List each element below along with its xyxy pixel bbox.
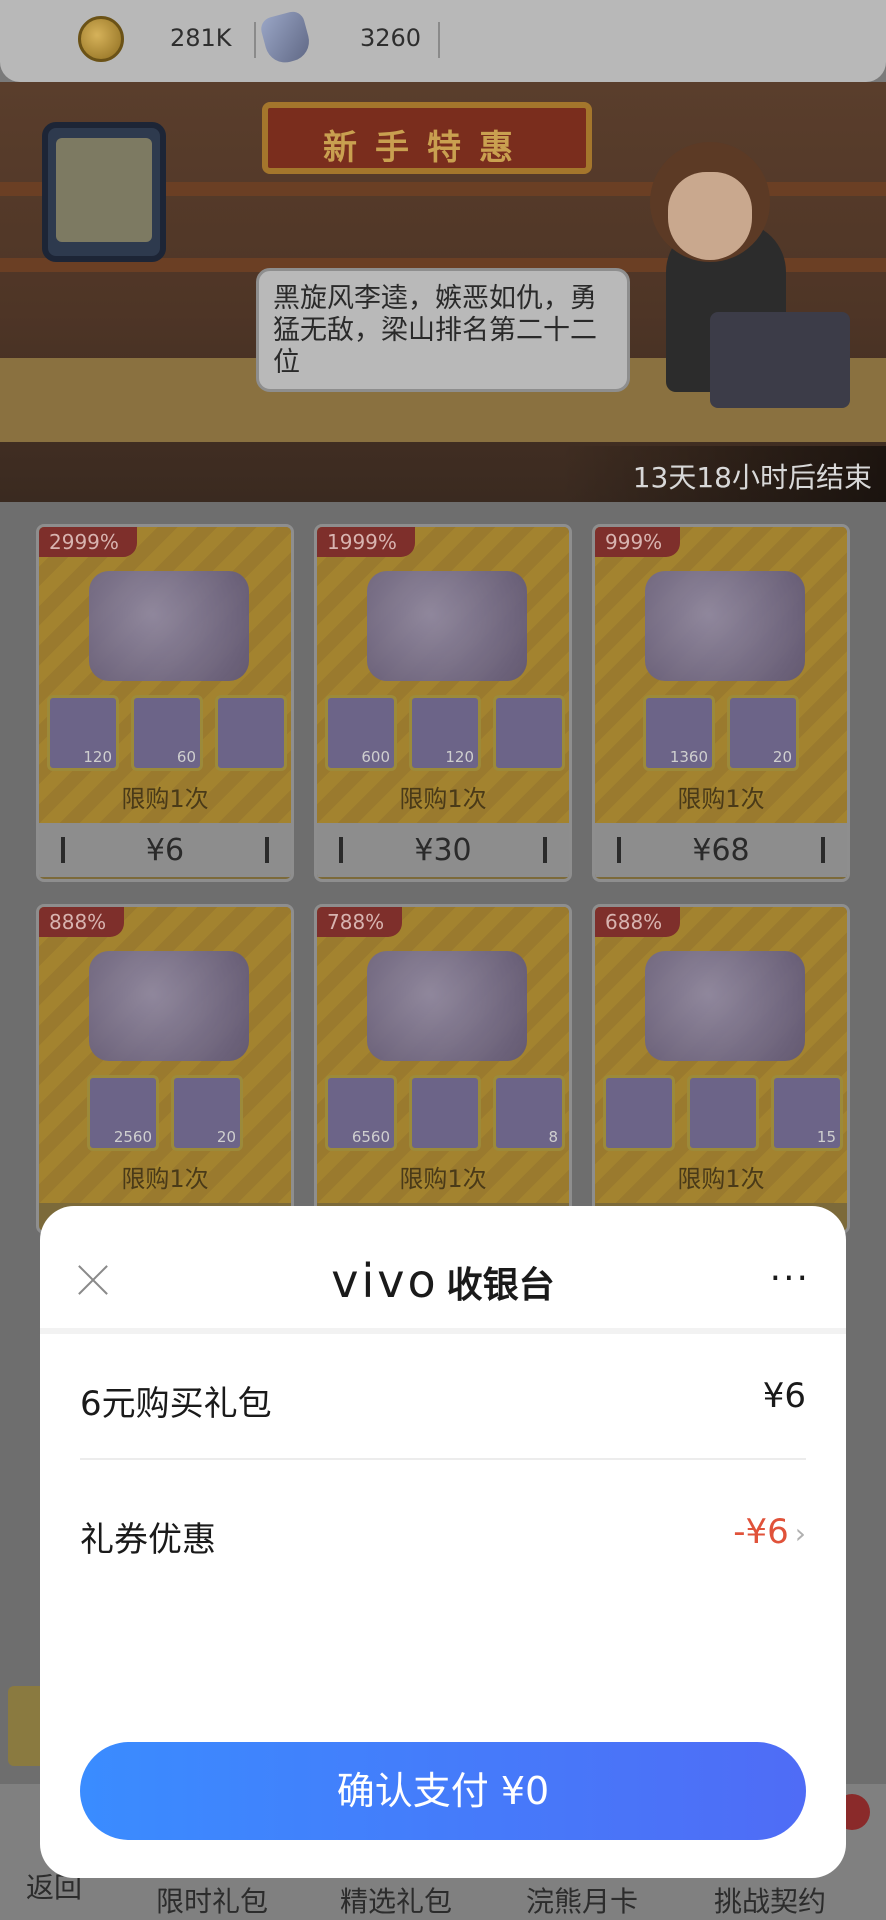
coupon-row[interactable]: 礼券优惠 -¥6 › bbox=[80, 1502, 806, 1562]
pack-card[interactable]: 1999% 600 120 限购1次 ¥30 bbox=[314, 524, 572, 882]
reward-slot: 15 bbox=[771, 1075, 843, 1151]
pack-items-image bbox=[89, 951, 249, 1061]
pack-card[interactable]: 788% 6560 8 限购1次 bbox=[314, 904, 572, 1234]
price-button[interactable]: ¥68 bbox=[595, 823, 847, 877]
order-item-price: ¥6 bbox=[762, 1376, 806, 1416]
price-button[interactable]: ¥6 bbox=[39, 823, 291, 877]
confirm-pay-button[interactable]: 确认支付 ¥0 bbox=[80, 1742, 806, 1840]
coin-icon bbox=[78, 16, 124, 62]
reward-slot bbox=[493, 695, 565, 771]
payment-sheet: vivo 收银台 ··· 6元购买礼包 ¥6 礼券优惠 -¥6 › 确认支付 ¥0 bbox=[40, 1206, 846, 1878]
banner-sign-text: 新手特惠 bbox=[323, 128, 531, 168]
reward-slot: 6560 bbox=[325, 1075, 397, 1151]
cash-register-icon bbox=[710, 312, 850, 408]
reward-slot: 8 bbox=[493, 1075, 565, 1151]
divider bbox=[80, 1458, 806, 1460]
coin-amount: 281K bbox=[170, 24, 232, 52]
bonus-tag: 1999% bbox=[317, 527, 415, 557]
reward-slot bbox=[409, 1075, 481, 1151]
bar-mark bbox=[265, 837, 269, 863]
speech-bubble: 黑旋风李逵，嫉恶如仇，勇猛无敌，梁山排名第二十二位 bbox=[256, 268, 630, 392]
promo-banner: 新手特惠 黑旋风李逵，嫉恶如仇，勇猛无敌，梁山排名第二十二位 13天18小时后结… bbox=[0, 82, 886, 502]
countdown-text: 13天18小时后结束 bbox=[632, 461, 872, 494]
reward-count: 600 bbox=[361, 748, 390, 766]
pack-card[interactable]: 999% 1360 20 限购1次 ¥68 bbox=[592, 524, 850, 882]
reward-count: 15 bbox=[816, 1128, 836, 1146]
reward-count: 8 bbox=[548, 1128, 558, 1146]
bar-mark bbox=[543, 837, 547, 863]
pack-card[interactable]: 888% 2560 20 限购1次 bbox=[36, 904, 294, 1234]
sheet-title: vivo 收银台 bbox=[40, 1254, 846, 1308]
reward-count: 120 bbox=[445, 748, 474, 766]
reward-slot: 20 bbox=[727, 695, 799, 771]
countdown-bar: 13天18小时后结束 bbox=[560, 446, 886, 502]
nav-item-featured-packs[interactable]: 精选礼包 bbox=[340, 1880, 452, 1920]
purchase-limit: 限购1次 bbox=[677, 1165, 765, 1193]
pack-items-image bbox=[367, 571, 527, 681]
banner-sign: 新手特惠 bbox=[262, 102, 592, 174]
pack-card[interactable]: 688% 15 限购1次 bbox=[592, 904, 850, 1234]
purchase-limit: 限购1次 bbox=[399, 785, 487, 813]
reward-slot bbox=[215, 695, 287, 771]
purchase-limit: 限购1次 bbox=[121, 785, 209, 813]
hero-portrait bbox=[645, 951, 805, 1061]
tv-icon bbox=[42, 122, 166, 262]
coupon-value: -¥6 › bbox=[733, 1512, 806, 1552]
order-item-label: 6元购买礼包 bbox=[80, 1384, 272, 1424]
price-label: ¥30 bbox=[414, 833, 472, 868]
reward-slot bbox=[687, 1075, 759, 1151]
currency-bar: 281K 3260 bbox=[0, 0, 886, 82]
reward-count: 20 bbox=[216, 1128, 236, 1146]
reward-count: 1360 bbox=[669, 748, 708, 766]
purchase-limit: 限购1次 bbox=[677, 785, 765, 813]
divider bbox=[438, 22, 440, 58]
reward-count: 60 bbox=[176, 748, 196, 766]
reward-slot: 2560 bbox=[87, 1075, 159, 1151]
brand-logo: vivo bbox=[331, 1254, 439, 1308]
nav-item-monthly-card[interactable]: 浣熊月卡 bbox=[526, 1880, 638, 1920]
gem-icon bbox=[258, 9, 314, 67]
bonus-tag: 688% bbox=[595, 907, 681, 937]
nav-item-challenge-pass[interactable]: 挑战契约 bbox=[714, 1880, 826, 1920]
reward-count: 2560 bbox=[113, 1128, 152, 1146]
purchase-limit: 限购1次 bbox=[121, 1165, 209, 1193]
reward-count: 120 bbox=[83, 748, 112, 766]
sheet-title-text: 收银台 bbox=[446, 1265, 555, 1306]
speech-text: 黑旋风李逵，嫉恶如仇，勇猛无敌，梁山排名第二十二位 bbox=[273, 283, 597, 378]
coupon-amount: -¥6 bbox=[733, 1512, 789, 1552]
coupon-label: 礼券优惠 bbox=[80, 1520, 216, 1560]
reward-slot: 600 bbox=[325, 695, 397, 771]
price-label: ¥68 bbox=[692, 833, 750, 868]
divider bbox=[40, 1328, 846, 1334]
reward-slot: 1360 bbox=[643, 695, 715, 771]
order-item-row: 6元购买礼包 ¥6 bbox=[80, 1366, 806, 1426]
pack-items-image bbox=[89, 571, 249, 681]
reward-count: 20 bbox=[772, 748, 792, 766]
bonus-tag: 999% bbox=[595, 527, 681, 557]
divider bbox=[254, 22, 256, 58]
nav-item-limited-packs[interactable]: 限时礼包 bbox=[156, 1880, 268, 1920]
price-button[interactable]: ¥30 bbox=[317, 823, 569, 877]
bar-mark bbox=[821, 837, 825, 863]
clerk-face bbox=[668, 172, 752, 260]
reward-count: 6560 bbox=[351, 1128, 390, 1146]
bonus-tag: 2999% bbox=[39, 527, 137, 557]
purchase-limit: 限购1次 bbox=[399, 1165, 487, 1193]
bonus-tag: 888% bbox=[39, 907, 125, 937]
reward-slot: 120 bbox=[47, 695, 119, 771]
hero-portrait bbox=[367, 951, 527, 1061]
tv-screen bbox=[56, 138, 152, 242]
reward-slot: 20 bbox=[171, 1075, 243, 1151]
reward-slot bbox=[603, 1075, 675, 1151]
pack-card[interactable]: 2999% 120 60 限购1次 ¥6 bbox=[36, 524, 294, 882]
reward-slot: 120 bbox=[409, 695, 481, 771]
price-label: ¥6 bbox=[145, 833, 185, 868]
pack-items-image bbox=[645, 571, 805, 681]
gem-amount: 3260 bbox=[360, 24, 422, 52]
more-icon[interactable]: ··· bbox=[770, 1261, 810, 1297]
chevron-right-icon: › bbox=[794, 1517, 806, 1550]
reward-slot: 60 bbox=[131, 695, 203, 771]
bonus-tag: 788% bbox=[317, 907, 403, 937]
